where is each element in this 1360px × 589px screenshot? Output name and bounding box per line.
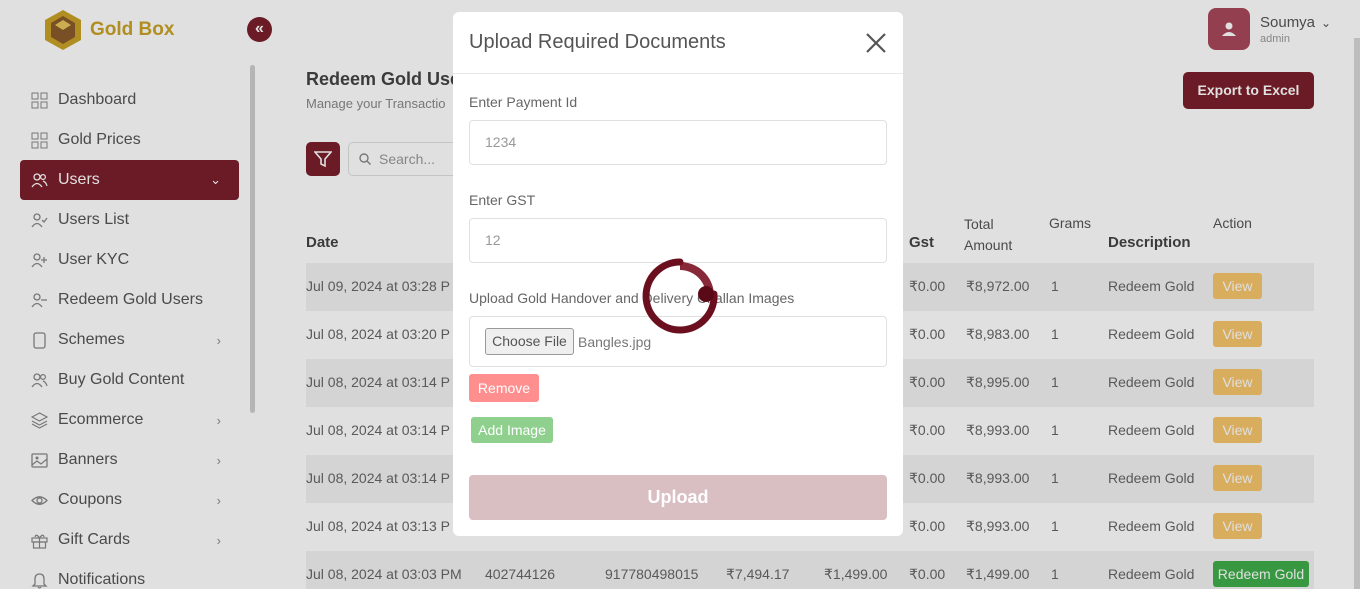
- upload-button[interactable]: Upload: [469, 475, 887, 520]
- images-label: Upload Gold Handover and Delivery Challa…: [469, 290, 795, 306]
- selected-file-name: Bangles.jpg: [578, 334, 652, 350]
- gst-label: Enter GST: [469, 192, 536, 208]
- payment-id-field[interactable]: 1234: [469, 120, 887, 165]
- loading-spinner-icon: [642, 258, 718, 334]
- close-icon[interactable]: [864, 31, 888, 55]
- add-image-button[interactable]: Add Image: [471, 417, 553, 443]
- gst-field[interactable]: 12: [469, 218, 887, 263]
- choose-file-button[interactable]: Choose File: [485, 328, 574, 355]
- modal-title: Upload Required Documents: [469, 31, 726, 53]
- page-scrollbar[interactable]: [1354, 38, 1360, 589]
- modal-header: Upload Required Documents: [453, 12, 903, 74]
- remove-image-button[interactable]: Remove: [469, 374, 539, 402]
- payment-id-label: Enter Payment Id: [469, 94, 578, 110]
